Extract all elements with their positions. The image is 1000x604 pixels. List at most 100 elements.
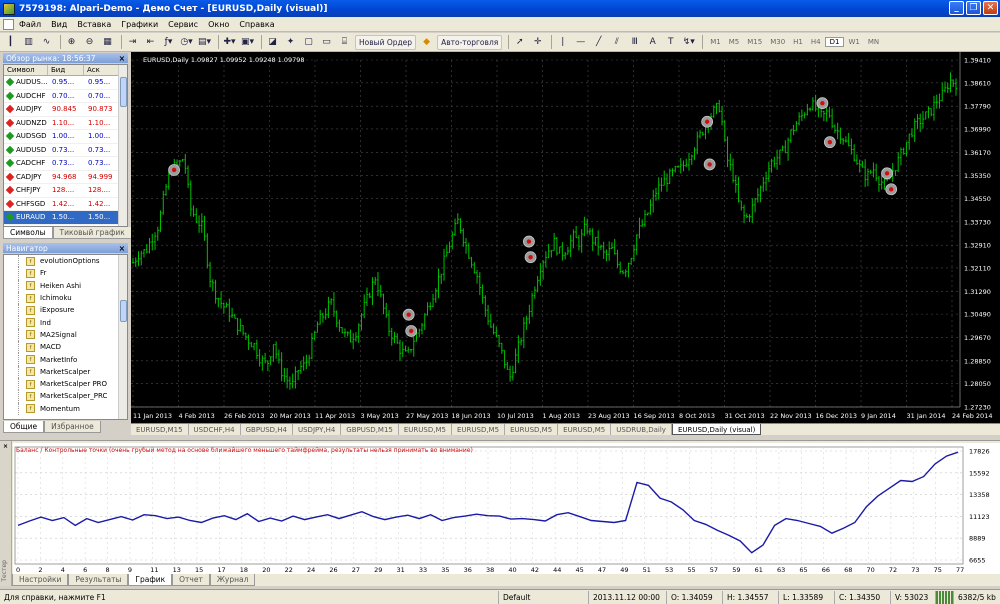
chart-tab[interactable]: EURUSD,M5 <box>399 424 452 435</box>
chart-tab[interactable]: USDRUB,Daily <box>611 424 672 435</box>
chart-tab[interactable]: GBPUSD,M15 <box>341 424 399 435</box>
data-window-icon[interactable]: ▢ <box>301 35 316 50</box>
close-icon[interactable]: × <box>3 443 8 450</box>
minimize-button[interactable]: _ <box>949 1 964 15</box>
tf-w1[interactable]: W1 <box>844 38 863 46</box>
col-ask[interactable]: Аск <box>84 65 120 75</box>
market-watch-row[interactable]: CHFSGD 1.42... 1.42... <box>4 198 127 211</box>
tf-mn[interactable]: MN <box>864 38 883 46</box>
tab-tick-chart[interactable]: Тиковый график <box>52 227 132 239</box>
templates-icon[interactable]: ▤▾ <box>197 35 212 50</box>
horizontal-line-icon[interactable]: — <box>573 35 588 50</box>
price-chart[interactable]: 1.39410 1.38610 1.37790 1.36990 1.36170 1.353… <box>131 52 1000 423</box>
terminal-icon[interactable]: ▭ <box>319 35 334 50</box>
tab-results[interactable]: Результаты <box>68 574 129 586</box>
candle-chart-icon[interactable]: ▥ <box>21 35 36 50</box>
chart-tab[interactable]: EURUSD,M5 <box>505 424 559 435</box>
autoscroll-icon[interactable]: ⇥ <box>125 35 140 50</box>
navigator-item[interactable]: f MACD <box>4 341 127 354</box>
navigator-item[interactable]: f evolutionOptions <box>4 255 127 268</box>
market-watch-row[interactable]: AUDCHF 0.70... 0.70... <box>4 90 127 103</box>
cursor-icon[interactable]: ➚ <box>512 35 527 50</box>
tf-d1[interactable]: D1 <box>824 37 845 47</box>
market-watch-row[interactable]: AUDJPY 90.845 90.873 <box>4 103 127 117</box>
price-chart-svg[interactable]: 1.39410 1.38610 1.37790 1.36990 1.36170 1.353… <box>131 52 1000 423</box>
menu-file[interactable]: Файл <box>14 20 46 29</box>
navigator-icon[interactable]: ✦ <box>283 35 298 50</box>
trendline-icon[interactable]: ╱ <box>591 35 606 50</box>
channel-icon[interactable]: ⫽ <box>609 35 624 50</box>
chart-tab[interactable]: EURUSD,Daily (visual) <box>671 424 762 435</box>
navigator-item[interactable]: f MA2Signal <box>4 328 127 342</box>
navigator-item[interactable]: f Ichimoku <box>4 291 127 305</box>
close-button[interactable]: ✕ <box>983 1 998 15</box>
new-order-button[interactable]: Новый Ордер <box>355 34 417 50</box>
bar-chart-icon[interactable]: ┃ <box>3 35 18 50</box>
vertical-line-icon[interactable]: | <box>555 35 570 50</box>
tf-h4[interactable]: H4 <box>807 38 825 46</box>
line-chart-icon[interactable]: ∿ <box>39 35 54 50</box>
close-icon[interactable]: × <box>119 244 125 253</box>
tf-m30[interactable]: M30 <box>766 38 789 46</box>
market-watch-scrollbar[interactable] <box>118 65 127 226</box>
profiles-icon[interactable]: ▣▾ <box>240 35 255 50</box>
tf-m5[interactable]: M5 <box>725 38 744 46</box>
tab-graph[interactable]: График <box>128 574 173 586</box>
navigator-item[interactable]: f MarketScalper_PRC <box>4 390 127 403</box>
close-icon[interactable]: × <box>119 54 125 63</box>
arrows-icon[interactable]: ↯▾ <box>681 35 696 50</box>
tile-icon[interactable]: ▦ <box>100 35 115 50</box>
shift-icon[interactable]: ⇤ <box>143 35 158 50</box>
menu-view[interactable]: Вид <box>46 20 72 29</box>
fibo-icon[interactable]: Ⅲ <box>627 35 642 50</box>
market-watch-row[interactable]: EURAUD 1.50... 1.50... <box>4 211 127 225</box>
tab-common[interactable]: Общие <box>3 421 45 433</box>
col-bid[interactable]: Бид <box>48 65 84 75</box>
tf-m15[interactable]: M15 <box>743 38 766 46</box>
periods-icon[interactable]: ◷▾ <box>179 35 194 50</box>
chart-tab[interactable]: EURUSD,M15 <box>131 424 189 435</box>
navigator-item[interactable]: f MarketScalper PRO <box>4 377 127 391</box>
navigator-item[interactable]: f Fr <box>4 267 127 280</box>
chart-tab[interactable]: USDCHF,H4 <box>189 424 241 435</box>
navigator-scrollbar[interactable] <box>118 255 127 419</box>
chart-tab[interactable]: EURUSD,M5 <box>452 424 506 435</box>
navigator-item[interactable]: f Heiken Ashi <box>4 279 127 293</box>
zoom-in-icon[interactable]: ⊕ <box>64 35 79 50</box>
tf-m1[interactable]: M1 <box>706 38 725 46</box>
menu-insert[interactable]: Вставка <box>72 20 116 29</box>
market-watch-row[interactable]: CHFJPY 128.... 128.... <box>4 184 127 198</box>
tab-symbols[interactable]: Символы <box>3 227 53 239</box>
navigator-item[interactable]: f Ind <box>4 316 127 330</box>
text-icon[interactable]: A <box>645 35 660 50</box>
navigator-item[interactable]: f MarketScalper <box>4 365 127 379</box>
tab-favorites[interactable]: Избранное <box>44 421 101 433</box>
tab-journal[interactable]: Журнал <box>209 574 256 586</box>
market-watch-row[interactable]: AUDNZD 1.10... 1.10... <box>4 117 127 130</box>
tab-report[interactable]: Отчет <box>172 574 210 586</box>
indicators-icon[interactable]: ƒ▾ <box>161 35 176 50</box>
navigator-item[interactable]: f MarketInfo <box>4 353 127 366</box>
market-watch-row[interactable]: CADJPY 94.968 94.999 <box>4 171 127 184</box>
navigator-item[interactable]: f iExposure <box>4 304 127 317</box>
market-watch-row[interactable]: AUDSGD 1.00... 1.00... <box>4 130 127 144</box>
crosshair-icon[interactable]: ✛ <box>530 35 545 50</box>
chart-tab[interactable]: EURUSD,M5 <box>558 424 612 435</box>
market-watch-row[interactable]: AUDUS... 0.95... 0.95... <box>4 76 127 90</box>
auto-trading-button[interactable]: Авто-торговля <box>437 34 503 50</box>
chart-tab[interactable]: USDJPY,H4 <box>293 424 342 435</box>
market-watch-row[interactable]: AUDUSD 0.73... 0.73... <box>4 144 127 157</box>
menu-charts[interactable]: Графики <box>116 20 163 29</box>
menu-help[interactable]: Справка <box>234 20 279 29</box>
tab-settings[interactable]: Настройки <box>12 574 69 586</box>
maximize-button[interactable]: ❐ <box>966 1 981 15</box>
label-icon[interactable]: T <box>663 35 678 50</box>
chart-tab[interactable]: GBPUSD,H4 <box>241 424 293 435</box>
new-chart-icon[interactable]: ✚▾ <box>222 35 237 50</box>
tf-h1[interactable]: H1 <box>789 38 807 46</box>
col-symbol[interactable]: Символ <box>4 65 48 75</box>
expert-icon[interactable]: ◆ <box>419 35 434 50</box>
market-watch-icon[interactable]: ◪ <box>265 35 280 50</box>
tester-icon[interactable]: ⌸ <box>337 35 352 50</box>
menu-tools[interactable]: Сервис <box>163 20 203 29</box>
